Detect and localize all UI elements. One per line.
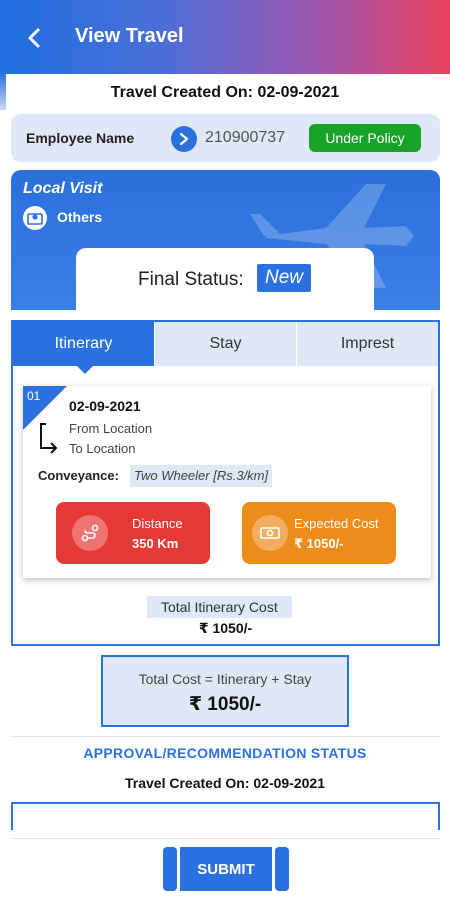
final-status-badge: New <box>257 264 312 292</box>
distance-value: 350 Km <box>132 536 179 551</box>
conveyance-value: Two Wheeler [Rs.3/km] <box>130 465 273 487</box>
visit-category-icon <box>23 206 47 230</box>
route-arrow-icon <box>40 423 58 454</box>
approval-created-date: Travel Created On: 02-09-2021 <box>125 775 325 791</box>
employee-id: 210900737 <box>205 129 286 146</box>
visit-category: Others <box>57 209 103 225</box>
page-title: View Travel <box>75 25 184 47</box>
cash-icon <box>252 515 288 551</box>
visit-type: Local Visit <box>23 180 103 197</box>
route-icon <box>72 515 108 551</box>
total-itinerary-value: ₹ 1050/- <box>198 620 253 636</box>
submit-button-group: SUBMIT <box>163 847 289 891</box>
chevron-right-icon <box>179 133 189 145</box>
total-itinerary-label: Total Itinerary Cost <box>147 596 292 618</box>
tab-imprest[interactable]: Imprest <box>297 322 438 366</box>
employee-bar: Employee Name 210900737 Under Policy <box>11 114 440 162</box>
employee-name-label: Employee Name <box>26 130 135 146</box>
final-status-box: Final Status: New <box>76 248 374 310</box>
itinerary-card: 01 02-09-2021 From Location To Location … <box>23 386 431 578</box>
approval-status-panel <box>11 802 440 830</box>
expected-cost-tile[interactable]: Expected Cost ₹ 1050/- <box>242 502 396 564</box>
distance-label: Distance <box>132 516 183 531</box>
back-button[interactable] <box>22 24 48 52</box>
total-cost-formula: Total Cost = Itinerary + Stay <box>138 671 312 687</box>
conveyance-label: Conveyance: <box>38 468 119 483</box>
total-cost-box: Total Cost = Itinerary + Stay ₹ 1050/- <box>101 655 349 727</box>
map-pin-icon <box>27 213 43 225</box>
final-status-label: Final Status: <box>138 269 244 290</box>
chevron-left-icon <box>28 28 40 48</box>
distance-tile[interactable]: Distance 350 Km <box>56 502 210 564</box>
submit-cap-right <box>275 847 289 891</box>
visit-summary-card: Local Visit Others Final Status: New <box>11 170 440 310</box>
app-header: View Travel <box>0 0 450 74</box>
tab-bar: Itinerary Stay Imprest <box>13 322 438 366</box>
divider <box>11 838 440 839</box>
itinerary-date: 02-09-2021 <box>69 398 141 414</box>
submit-button[interactable]: SUBMIT <box>180 847 272 891</box>
to-location: To Location <box>69 441 136 456</box>
active-tab-pointer <box>77 366 93 374</box>
tab-stay[interactable]: Stay <box>155 322 296 366</box>
submit-cap-left <box>163 847 177 891</box>
from-location: From Location <box>69 421 153 436</box>
expected-cost-label: Expected Cost <box>294 516 379 531</box>
itinerary-panel: Itinerary Stay Imprest 01 02-09-2021 Fro… <box>11 320 440 646</box>
policy-status-badge: Under Policy <box>309 124 421 152</box>
travel-created-date: Travel Created On: 02-09-2021 <box>110 84 340 101</box>
sequence-number: 01 <box>27 389 41 403</box>
approval-section-title: APPROVAL/RECOMMENDATION STATUS <box>83 745 367 761</box>
total-cost-amount: ₹ 1050/- <box>188 694 262 715</box>
employee-details-button[interactable] <box>171 126 197 152</box>
divider <box>11 736 440 737</box>
tab-itinerary[interactable]: Itinerary <box>13 322 154 366</box>
expected-cost-value: ₹ 1050/- <box>294 536 344 551</box>
